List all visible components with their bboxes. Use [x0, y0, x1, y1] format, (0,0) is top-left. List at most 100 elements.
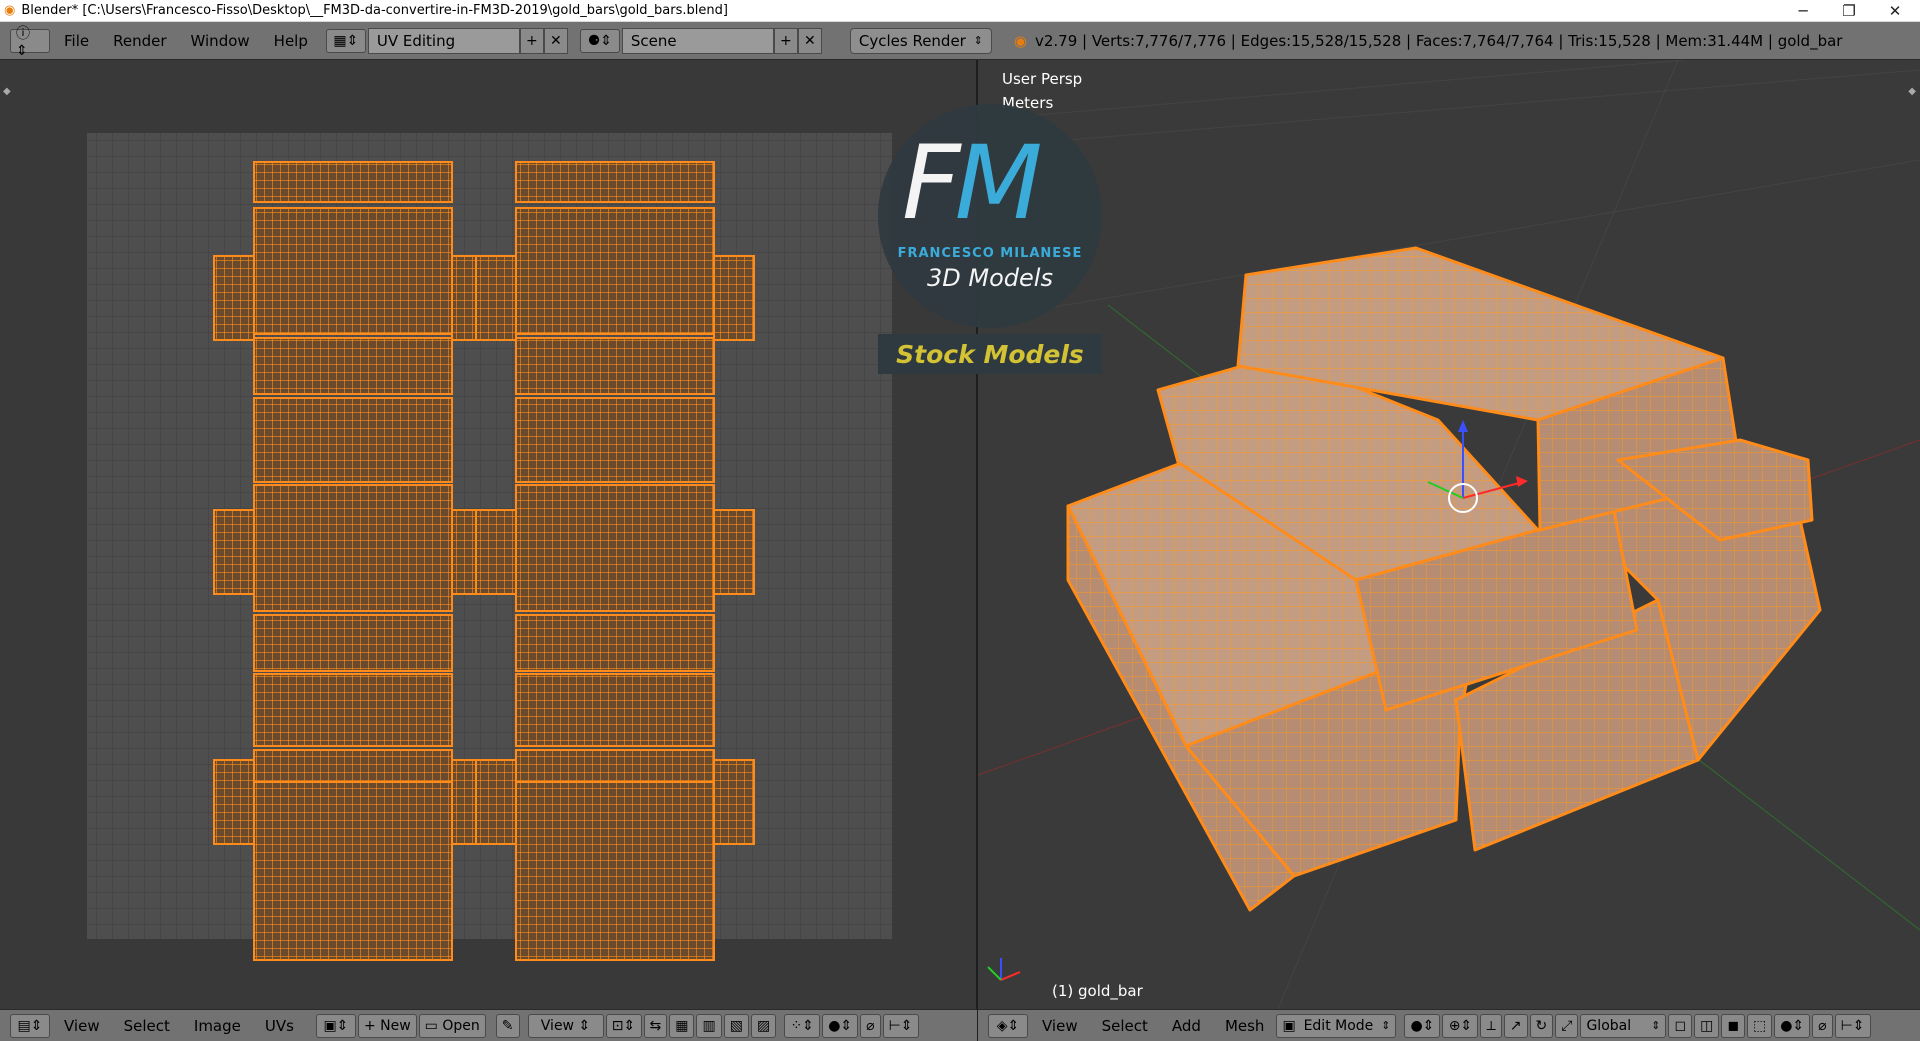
mode-label: Edit Mode — [1303, 1017, 1374, 1034]
uv-island[interactable] — [253, 207, 453, 335]
uv-island[interactable] — [253, 397, 453, 483]
translate-icon[interactable]: ↗ — [1503, 1013, 1528, 1038]
orientation-select[interactable]: Global ⇕ — [1580, 1013, 1667, 1038]
viewport-canvas[interactable] — [978, 60, 1920, 1009]
blender-icon: ◉ — [1013, 31, 1027, 50]
uv-island[interactable] — [213, 759, 255, 845]
uv-island[interactable] — [213, 255, 255, 341]
minimize-button[interactable]: ─ — [1780, 0, 1826, 22]
v3d-menu-view[interactable]: View — [1030, 1017, 1090, 1035]
uv-island[interactable] — [713, 759, 755, 845]
window-title: Blender* [C:\Users\Francesco-Fisso\Deskt… — [21, 3, 728, 18]
logo-letters: FM — [902, 124, 1043, 243]
uv-island[interactable] — [253, 781, 453, 961]
scale-icon[interactable]: ⤢ — [1555, 1013, 1579, 1038]
vertex-mode-icon[interactable]: ◻ — [1668, 1013, 1693, 1038]
proportional-icon[interactable]: ●⇕ — [822, 1013, 859, 1038]
uv-menu-view[interactable]: View — [52, 1017, 112, 1035]
edge-mode-icon[interactable]: ◫ — [1694, 1013, 1720, 1038]
pivot-point-icon[interactable]: ⊕⇕ — [1442, 1013, 1479, 1038]
snap-target-icon[interactable]: ⊢⇕ — [882, 1013, 919, 1038]
mode-select[interactable]: ▣ Edit Mode ⇕ — [1276, 1013, 1397, 1038]
v3d-menu-mesh[interactable]: Mesh — [1213, 1017, 1277, 1035]
menu-file[interactable]: File — [52, 32, 101, 50]
menu-help[interactable]: Help — [262, 32, 320, 50]
uv-island[interactable] — [475, 509, 517, 595]
manipulator-icon[interactable]: ⟂ — [1480, 1013, 1502, 1038]
render-engine-select[interactable]: Cycles Render ⇕ — [849, 27, 992, 54]
proportional-edit-icon[interactable]: ●⇕ — [1774, 1013, 1811, 1038]
remove-scene-icon[interactable]: ✕ — [797, 27, 822, 54]
uv-island[interactable] — [253, 673, 453, 747]
menu-render[interactable]: Render — [101, 32, 178, 50]
new-image-button[interactable]: + New — [357, 1013, 417, 1038]
uv-island[interactable] — [515, 207, 715, 335]
viewport-3d[interactable]: User Persp Meters (1) gold_bar ◆ — [978, 60, 1920, 1009]
menu-window[interactable]: Window — [179, 32, 262, 50]
uv-island[interactable] — [475, 759, 517, 845]
sticky-mode-icon[interactable]: ⁘⇕ — [784, 1013, 821, 1038]
view-mode-select[interactable]: View ⇕ — [527, 1013, 604, 1038]
uv-island[interactable] — [213, 509, 255, 595]
v3d-menu-add[interactable]: Add — [1160, 1017, 1213, 1035]
updown-arrows-icon: ⇕ — [973, 34, 983, 47]
uv-island[interactable] — [515, 781, 715, 961]
rotate-icon[interactable]: ↻ — [1529, 1013, 1554, 1038]
uv-island[interactable] — [253, 484, 453, 612]
uv-island[interactable] — [515, 337, 715, 395]
uv-island[interactable] — [253, 337, 453, 395]
open-image-button[interactable]: ▭ Open — [418, 1013, 486, 1038]
snap-icon[interactable]: ⌀ — [860, 1013, 881, 1038]
uv-canvas[interactable] — [0, 60, 977, 1009]
uv-island[interactable] — [475, 255, 517, 341]
panel-toggle-right-icon[interactable]: ◆ — [1908, 86, 1916, 97]
uv-island[interactable] — [515, 161, 715, 203]
occlude-icon[interactable]: ⬚ — [1746, 1013, 1773, 1038]
pivot-icon[interactable]: ⊡⇕ — [605, 1013, 642, 1038]
uv-island[interactable] — [253, 161, 453, 203]
shading-icon[interactable]: ●⇕ — [1404, 1013, 1441, 1038]
uv-image-editor[interactable]: ◆ — [0, 60, 977, 1009]
editor-type-3d-button[interactable]: ◈⇕ — [988, 1013, 1028, 1038]
gold-bars-mesh[interactable] — [1066, 246, 1822, 912]
sync-selection-icon[interactable]: ⇆ — [643, 1013, 668, 1038]
screen-layout-field[interactable]: UV Editing — [367, 27, 520, 54]
uv-menu-uvs[interactable]: UVs — [253, 1017, 306, 1035]
uv-island[interactable] — [713, 509, 755, 595]
uv-island[interactable] — [713, 255, 755, 341]
editor-type-info-button[interactable]: ⓘ ⇕ — [10, 26, 50, 59]
uv-island[interactable] — [515, 397, 715, 483]
logo-name: FRANCESCO MILANESE — [897, 246, 1083, 261]
image-browse-button[interactable]: ▣⇕ — [315, 1013, 356, 1038]
pin-icon[interactable]: ✎ — [495, 1013, 520, 1038]
add-layout-icon[interactable]: + — [519, 27, 544, 54]
v3d-menu-select[interactable]: Select — [1090, 1017, 1160, 1035]
face-select-icon[interactable]: ▧ — [723, 1013, 749, 1038]
viewport-header: ◈⇕ View Select Add Mesh ▣ Edit Mode ⇕ ●⇕ ⊕… — [978, 1009, 1920, 1041]
logo-f: F — [902, 124, 961, 243]
restore-button[interactable]: ❐ — [1826, 0, 1872, 22]
uv-islands[interactable] — [213, 161, 755, 961]
scene-field[interactable]: Scene — [621, 27, 774, 54]
panel-toggle-left-icon[interactable]: ◆ — [3, 86, 11, 97]
vertex-select-icon[interactable]: ▦ — [669, 1013, 695, 1038]
face-mode-icon[interactable]: ◼ — [1721, 1013, 1745, 1038]
uv-island[interactable] — [515, 484, 715, 612]
scene-icon[interactable]: ⚈⇕ — [579, 28, 620, 53]
add-scene-icon[interactable]: + — [773, 27, 798, 54]
uv-menu-select[interactable]: Select — [112, 1017, 182, 1035]
plus-icon: + — [363, 1017, 381, 1034]
island-select-icon[interactable]: ▨ — [750, 1013, 777, 1038]
remove-layout-icon[interactable]: ✕ — [543, 27, 568, 54]
magnet-icon[interactable]: ⌀ — [1812, 1013, 1833, 1038]
close-button[interactable]: ✕ — [1872, 0, 1918, 22]
edge-select-icon[interactable]: ▥ — [696, 1013, 722, 1038]
editor-type-uv-button[interactable]: ▤⇕ — [10, 1013, 50, 1038]
window-titlebar: ◉ Blender* [C:\Users\Francesco-Fisso\Des… — [0, 0, 1920, 22]
uv-island[interactable] — [515, 614, 715, 672]
uv-island[interactable] — [253, 614, 453, 672]
snap-element-icon[interactable]: ⊢⇕ — [1834, 1013, 1871, 1038]
screen-layout-icon[interactable]: ▦⇕ — [325, 28, 366, 53]
uv-island[interactable] — [515, 673, 715, 747]
uv-menu-image[interactable]: Image — [182, 1017, 253, 1035]
